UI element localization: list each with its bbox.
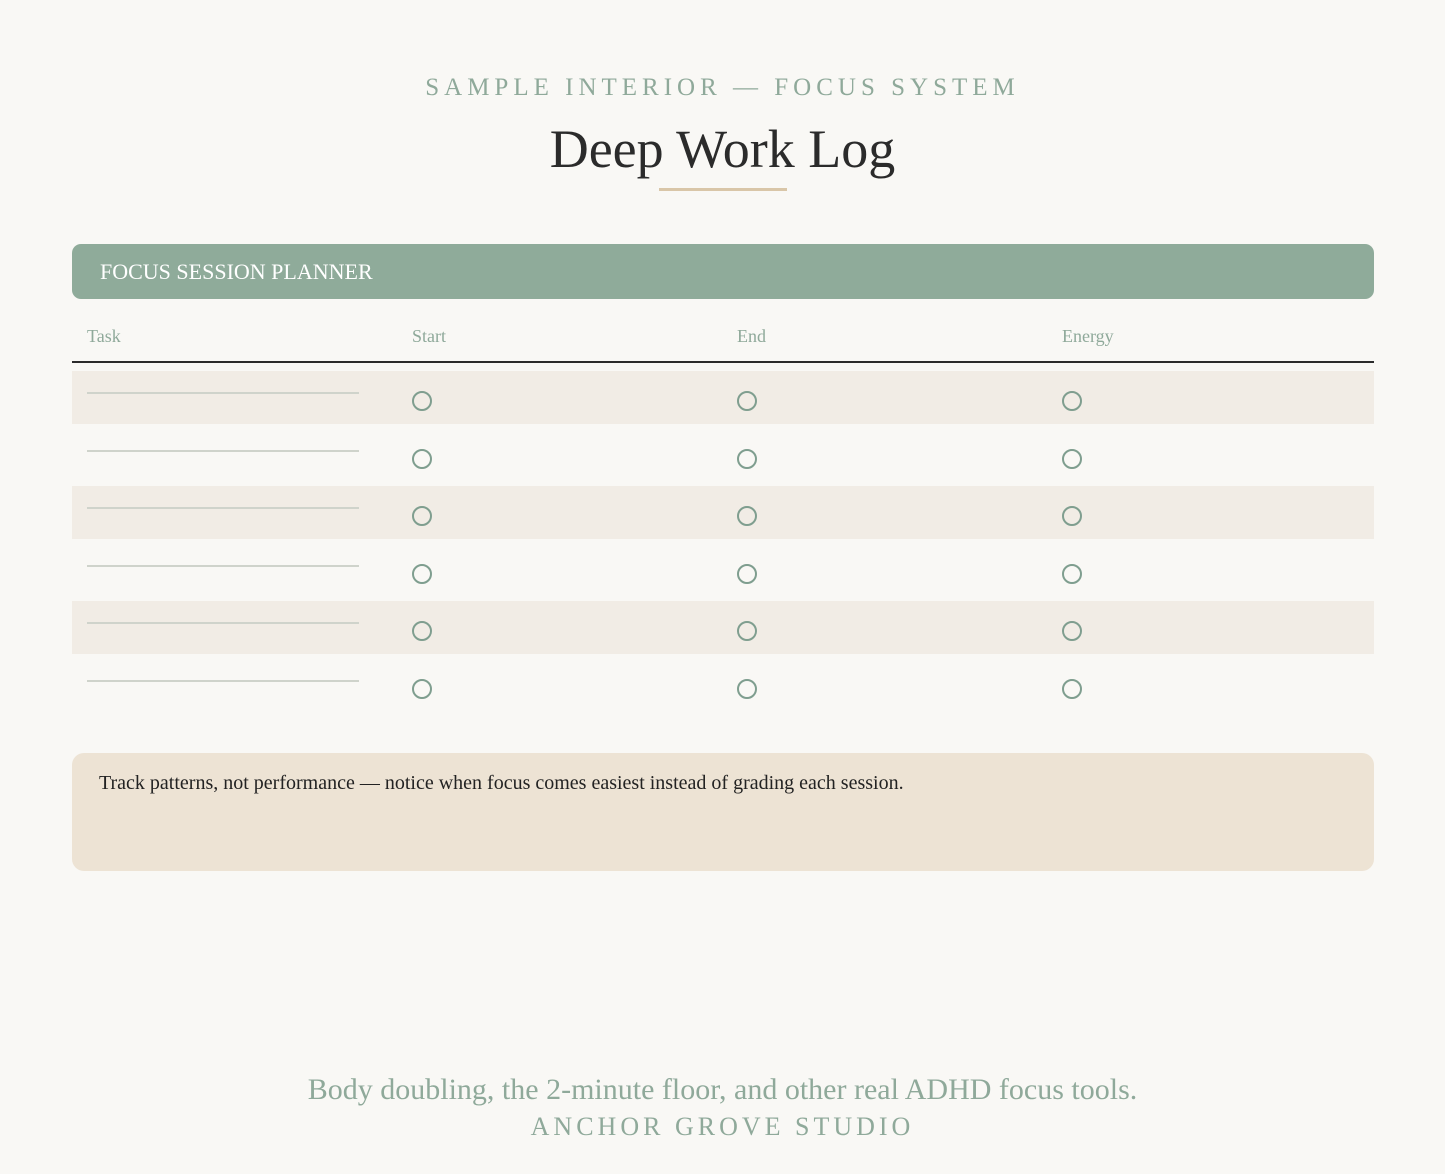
start-checkbox[interactable] xyxy=(412,449,432,469)
focus-session-table: Task Start End Energy xyxy=(72,318,1374,699)
table-row xyxy=(72,659,1374,712)
section-title: FOCUS SESSION PLANNER xyxy=(100,258,373,284)
task-write-line[interactable] xyxy=(87,392,359,394)
task-write-line[interactable] xyxy=(87,565,359,567)
energy-checkbox[interactable] xyxy=(1062,679,1082,699)
page-title: Deep Work Log xyxy=(549,119,896,179)
section-header: FOCUS SESSION PLANNER xyxy=(72,244,1374,299)
end-checkbox[interactable] xyxy=(737,449,757,469)
column-header-task: Task xyxy=(87,326,121,346)
energy-checkbox[interactable] xyxy=(1062,449,1082,469)
start-checkbox[interactable] xyxy=(412,679,432,699)
energy-checkbox[interactable] xyxy=(1062,506,1082,526)
start-checkbox[interactable] xyxy=(412,506,432,526)
start-checkbox[interactable] xyxy=(412,564,432,584)
page-eyebrow: SAMPLE INTERIOR — FOCUS SYSTEM xyxy=(425,74,1020,101)
tip-note-text: Track patterns, not performance — notice… xyxy=(99,772,904,794)
end-checkbox[interactable] xyxy=(737,391,757,411)
title-underline xyxy=(659,188,787,191)
energy-checkbox[interactable] xyxy=(1062,621,1082,641)
table-row xyxy=(72,601,1374,654)
column-header-end: End xyxy=(737,326,766,346)
task-write-line[interactable] xyxy=(87,680,359,682)
end-checkbox[interactable] xyxy=(737,506,757,526)
table-row xyxy=(72,371,1374,424)
task-write-line[interactable] xyxy=(87,622,359,624)
start-checkbox[interactable] xyxy=(412,621,432,641)
column-header-energy: Energy xyxy=(1062,326,1114,346)
task-write-line[interactable] xyxy=(87,450,359,452)
task-write-line[interactable] xyxy=(87,507,359,509)
table-row xyxy=(72,544,1374,597)
table-row xyxy=(72,486,1374,539)
end-checkbox[interactable] xyxy=(737,679,757,699)
start-checkbox[interactable] xyxy=(412,391,432,411)
footer-brand: ANCHOR GROVE STUDIO xyxy=(530,1112,915,1141)
end-checkbox[interactable] xyxy=(737,621,757,641)
table-row xyxy=(72,429,1374,482)
energy-checkbox[interactable] xyxy=(1062,391,1082,411)
energy-checkbox[interactable] xyxy=(1062,564,1082,584)
tip-note: Track patterns, not performance — notice… xyxy=(72,753,1374,871)
column-header-start: Start xyxy=(412,326,446,346)
end-checkbox[interactable] xyxy=(737,564,757,584)
table-header: Task Start End Energy xyxy=(72,318,1374,363)
footer-tagline: Body doubling, the 2-minute floor, and o… xyxy=(307,1073,1138,1106)
